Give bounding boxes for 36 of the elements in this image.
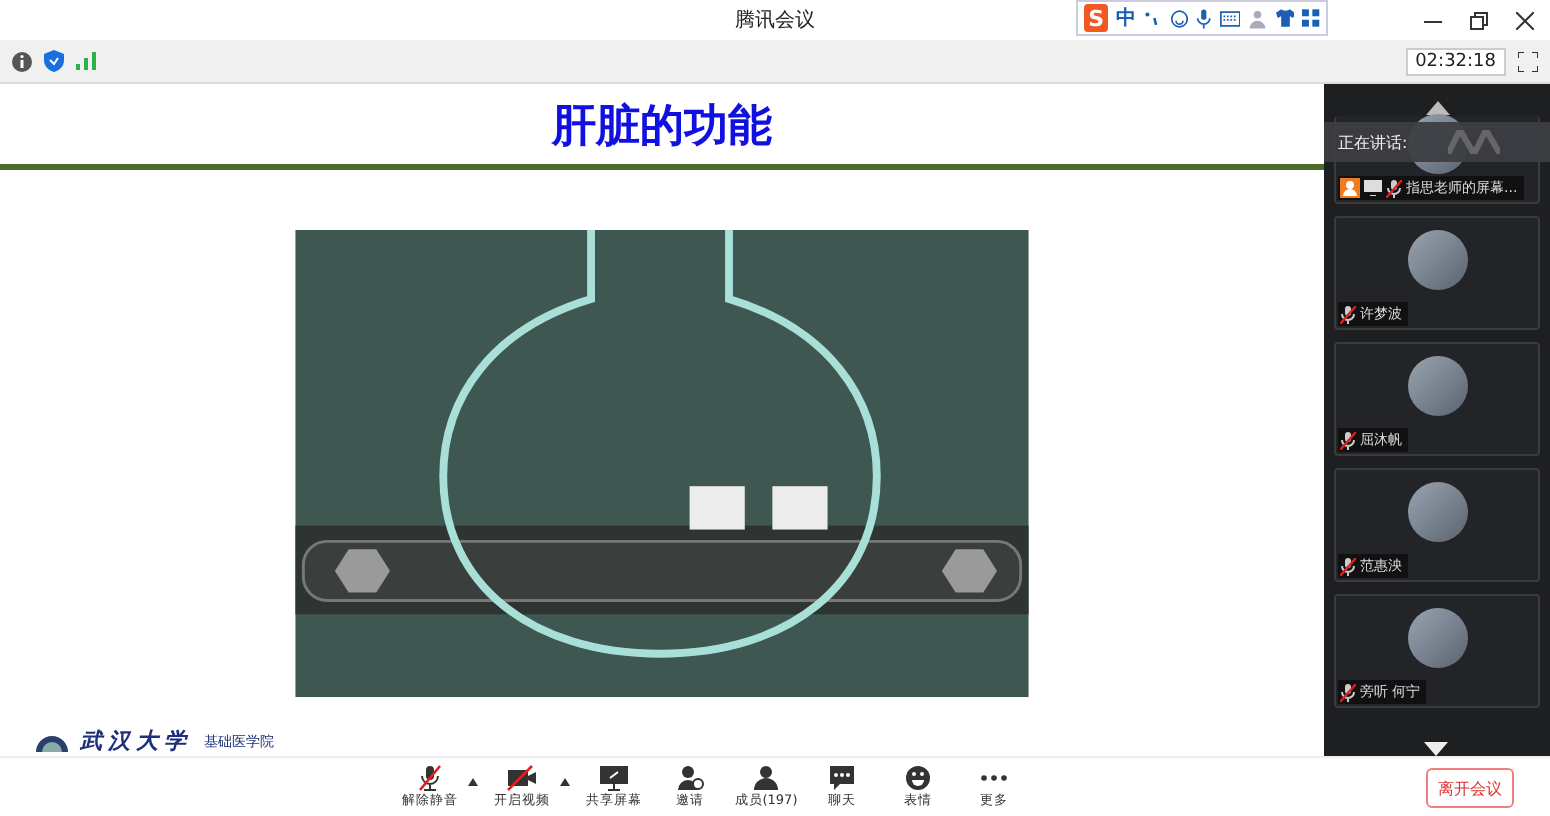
microphone-icon[interactable] — [1196, 7, 1212, 29]
avatar-placeholder — [1407, 482, 1467, 542]
university-emblem-icon — [36, 731, 68, 751]
muted-microphone-icon — [416, 764, 444, 792]
avatar-placeholder — [1407, 356, 1467, 416]
restore-icon[interactable] — [1470, 11, 1488, 29]
keyboard-icon[interactable] — [1220, 9, 1241, 27]
ime-mode-toggle[interactable]: 中 — [1116, 4, 1137, 32]
avatar-placeholder — [1407, 230, 1467, 290]
university-name: 武汉大学 — [80, 726, 192, 756]
slide-title: 肝脏的功能 — [552, 100, 772, 156]
shirt-icon[interactable] — [1275, 8, 1295, 28]
caret-icon[interactable] — [560, 777, 570, 785]
person-icon — [752, 764, 780, 792]
caret-icon[interactable] — [468, 777, 478, 785]
meeting-timer: 02:32:18 — [1405, 47, 1506, 75]
fullscreen-icon[interactable] — [1518, 51, 1538, 71]
avatar-placeholder — [1407, 608, 1467, 668]
shield-icon[interactable] — [44, 50, 64, 72]
voice-wave-icon — [1447, 130, 1500, 154]
close-icon[interactable] — [1516, 11, 1534, 29]
scroll-down-arrow-icon[interactable] — [1424, 742, 1448, 756]
screen-share-icon — [598, 764, 630, 792]
punctuation-icon[interactable] — [1144, 8, 1162, 28]
info-icon[interactable] — [12, 51, 32, 71]
grid-icon[interactable] — [1302, 8, 1320, 28]
smiley-icon — [904, 764, 932, 792]
chat-icon — [828, 764, 856, 792]
ime-logo: S — [1084, 4, 1109, 32]
scroll-up-arrow-icon[interactable] — [1425, 96, 1449, 120]
add-person-icon — [676, 764, 704, 792]
camera-off-icon — [506, 764, 538, 792]
smiley-icon[interactable] — [1169, 7, 1189, 29]
leave-meeting-button[interactable]: 离开会议 — [1426, 768, 1514, 808]
speaking-label: 正在讲话: — [1338, 131, 1408, 153]
window-title: 腾讯会议 — [735, 7, 815, 34]
